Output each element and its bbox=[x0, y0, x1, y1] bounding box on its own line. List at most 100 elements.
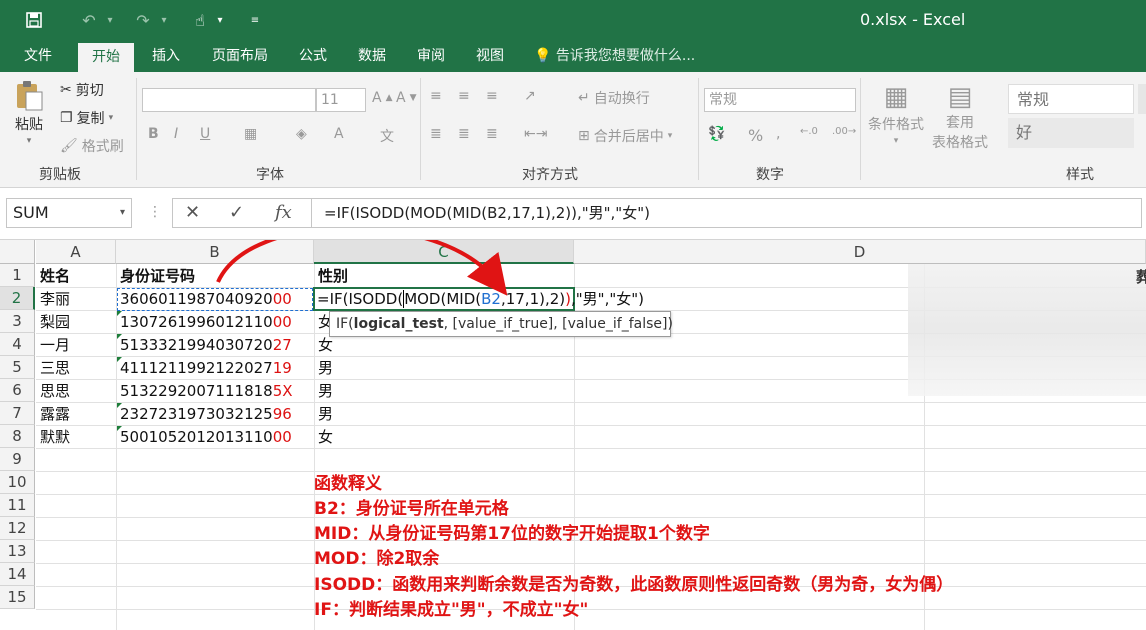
font-color-icon[interactable]: A bbox=[334, 126, 344, 142]
wrap-text-icon: ↵ bbox=[578, 90, 590, 106]
formula-bar-grip: ⋮ bbox=[148, 204, 162, 220]
name-box-dropdown-icon[interactable]: ▾ bbox=[120, 199, 125, 227]
group-label-styles: 样式 bbox=[1066, 167, 1094, 183]
table-format-label-1: 套用 bbox=[946, 115, 974, 131]
copy-label: 复制 bbox=[76, 111, 105, 127]
paintbrush-icon: 🖌 bbox=[60, 138, 78, 154]
copy-button[interactable]: ❐ 复制 ▾ bbox=[60, 108, 113, 128]
format-painter-label: 格式刷 bbox=[81, 139, 124, 155]
conditional-format-label: 条件格式 bbox=[868, 117, 924, 133]
align-right-icon[interactable]: ≣ bbox=[486, 126, 498, 142]
indent-icon[interactable]: ⇤⇥ bbox=[524, 126, 547, 142]
tab-view[interactable]: 视图 bbox=[464, 40, 516, 72]
copy-dropdown-icon: ▾ bbox=[108, 113, 114, 123]
table-format-label-2: 表格格式 bbox=[932, 135, 988, 151]
comma-style-icon[interactable]: , bbox=[776, 126, 780, 142]
style-gallery-next bbox=[1138, 84, 1146, 114]
note-isodd: ISODD：函数用来判断余数是否为奇数，此函数原则性返回奇数（男为奇，女为偶） bbox=[314, 575, 954, 595]
grow-font-button[interactable]: A ▲ bbox=[372, 90, 393, 106]
formula-buttons: ✕ ✓ fx bbox=[172, 198, 312, 228]
note-if: IF：判断结果成立"男"，不成立"女" bbox=[314, 600, 589, 620]
align-left-icon[interactable]: ≣ bbox=[430, 126, 442, 142]
formula-input[interactable]: =IF(ISODD(MOD(MID(B2,17,1),2)),"男","女") bbox=[312, 198, 1142, 228]
worksheet-grid: A B C D 1 2 3 4 5 6 7 8 9 10 11 12 13 14… bbox=[0, 240, 1146, 630]
style-normal[interactable]: 常规 bbox=[1008, 84, 1134, 114]
merge-center-button[interactable]: ⊞ 合并后居中 ▾ bbox=[578, 126, 672, 146]
align-middle-icon[interactable]: ≡ bbox=[458, 88, 470, 104]
customize-toolbar-icon[interactable]: ≡ bbox=[248, 8, 262, 32]
merge-center-label: 合并后居中 bbox=[593, 129, 664, 145]
group-separator bbox=[136, 78, 137, 180]
formula-bar: SUM ▾ ⋮ ✕ ✓ fx =IF(ISODD(MOD(MID(B2,17,1… bbox=[0, 188, 1146, 240]
tab-page-layout[interactable]: 页面布局 bbox=[200, 40, 280, 72]
tab-file[interactable]: 文件 bbox=[10, 40, 66, 72]
note-title: 函数释义 bbox=[314, 474, 382, 494]
name-box-value: SUM bbox=[13, 203, 49, 222]
wrap-text-button[interactable]: ↵ 自动换行 bbox=[578, 88, 650, 108]
tell-me-text: 告诉我您想要做什么... bbox=[555, 48, 696, 64]
currency-icon[interactable]: 💱 bbox=[708, 126, 725, 142]
touch-mode-icon[interactable]: ☝ bbox=[188, 8, 212, 32]
cut-button[interactable]: ✂ 剪切 bbox=[60, 80, 104, 100]
undo-icon[interactable]: ↶ bbox=[76, 8, 102, 32]
paste-button[interactable]: 粘贴 ▾ bbox=[14, 80, 44, 146]
fill-color-icon[interactable]: ◈ bbox=[296, 126, 307, 142]
name-box[interactable]: SUM ▾ bbox=[6, 198, 132, 228]
table-format-icon: ▤ bbox=[947, 82, 973, 112]
group-separator bbox=[420, 78, 421, 180]
phonetic-icon[interactable]: 文 bbox=[380, 126, 394, 146]
shrink-font-button[interactable]: A ▼ bbox=[396, 90, 417, 106]
ribbon: 粘贴 ▾ ✂ 剪切 ❐ 复制 ▾ 🖌 格式刷 剪贴板 11 A ▲ A ▼ B I … bbox=[0, 72, 1146, 188]
tab-data[interactable]: 数据 bbox=[346, 40, 398, 72]
window-title: 0.xlsx - Excel bbox=[860, 10, 966, 29]
increase-decimal-icon[interactable]: ←.0 bbox=[800, 126, 818, 137]
conditional-format-button[interactable]: ▦ 条件格式 ▾ bbox=[868, 82, 924, 146]
group-separator bbox=[698, 78, 699, 180]
scissors-icon: ✂ bbox=[60, 82, 72, 98]
tab-home[interactable]: 开始 bbox=[78, 43, 134, 72]
ribbon-tabs: 文件 开始 插入 页面布局 公式 数据 审阅 视图 💡 告诉我您想要做什么... bbox=[0, 40, 1146, 72]
merge-icon: ⊞ bbox=[578, 128, 590, 144]
touch-dropdown-icon[interactable]: ▾ bbox=[214, 8, 226, 32]
percent-button[interactable]: % bbox=[748, 126, 763, 145]
tab-insert[interactable]: 插入 bbox=[138, 40, 194, 72]
merge-dropdown-icon: ▾ bbox=[667, 131, 673, 141]
tab-review[interactable]: 审阅 bbox=[404, 40, 458, 72]
cancel-button[interactable]: ✕ bbox=[185, 202, 200, 223]
note-mod: MOD：除2取余 bbox=[314, 549, 440, 569]
format-painter-button[interactable]: 🖌 格式刷 bbox=[60, 136, 124, 156]
style-good[interactable]: 好 bbox=[1008, 118, 1134, 148]
conditional-format-dropdown-icon: ▾ bbox=[893, 136, 899, 146]
number-format-select[interactable]: 常规 bbox=[704, 88, 856, 112]
align-bottom-icon[interactable]: ≡ bbox=[486, 88, 498, 104]
align-center-icon[interactable]: ≣ bbox=[458, 126, 470, 142]
save-icon[interactable] bbox=[22, 8, 46, 32]
paste-label: 粘贴 bbox=[15, 117, 43, 133]
orientation-icon[interactable]: ↗ bbox=[524, 88, 536, 104]
insert-function-button[interactable]: fx bbox=[275, 202, 292, 223]
align-top-icon[interactable]: ≡ bbox=[430, 88, 442, 104]
bold-button[interactable]: B bbox=[148, 126, 159, 142]
font-name-input[interactable] bbox=[142, 88, 316, 112]
paste-dropdown-icon: ▾ bbox=[26, 136, 32, 146]
borders-icon[interactable]: ▦ bbox=[244, 126, 257, 142]
decrease-decimal-icon[interactable]: .00→ bbox=[832, 126, 856, 137]
format-as-table-button[interactable]: ▤ 套用 表格格式 bbox=[932, 82, 988, 152]
tell-me-box[interactable]: 💡 告诉我您想要做什么... bbox=[534, 40, 695, 72]
redo-dropdown-icon[interactable]: ▾ bbox=[158, 8, 170, 32]
group-separator bbox=[860, 78, 861, 180]
underline-button[interactable]: U bbox=[200, 126, 210, 142]
wrap-text-label: 自动换行 bbox=[593, 91, 650, 107]
redo-icon[interactable]: ↷ bbox=[130, 8, 156, 32]
enter-button[interactable]: ✓ bbox=[229, 202, 244, 223]
note-mid: MID：从身份证号码第17位的数字开始提取1个数字 bbox=[314, 524, 710, 544]
group-label-font: 字体 bbox=[256, 167, 284, 183]
copy-icon: ❐ bbox=[60, 110, 73, 126]
undo-dropdown-icon[interactable]: ▾ bbox=[104, 8, 116, 32]
italic-button[interactable]: I bbox=[174, 126, 178, 142]
paste-icon bbox=[17, 81, 43, 111]
font-size-input[interactable]: 11 bbox=[316, 88, 366, 112]
lightbulb-icon: 💡 bbox=[534, 48, 552, 64]
note-b2: B2：身份证号所在单元格 bbox=[314, 499, 509, 519]
tab-formulas[interactable]: 公式 bbox=[288, 40, 338, 72]
